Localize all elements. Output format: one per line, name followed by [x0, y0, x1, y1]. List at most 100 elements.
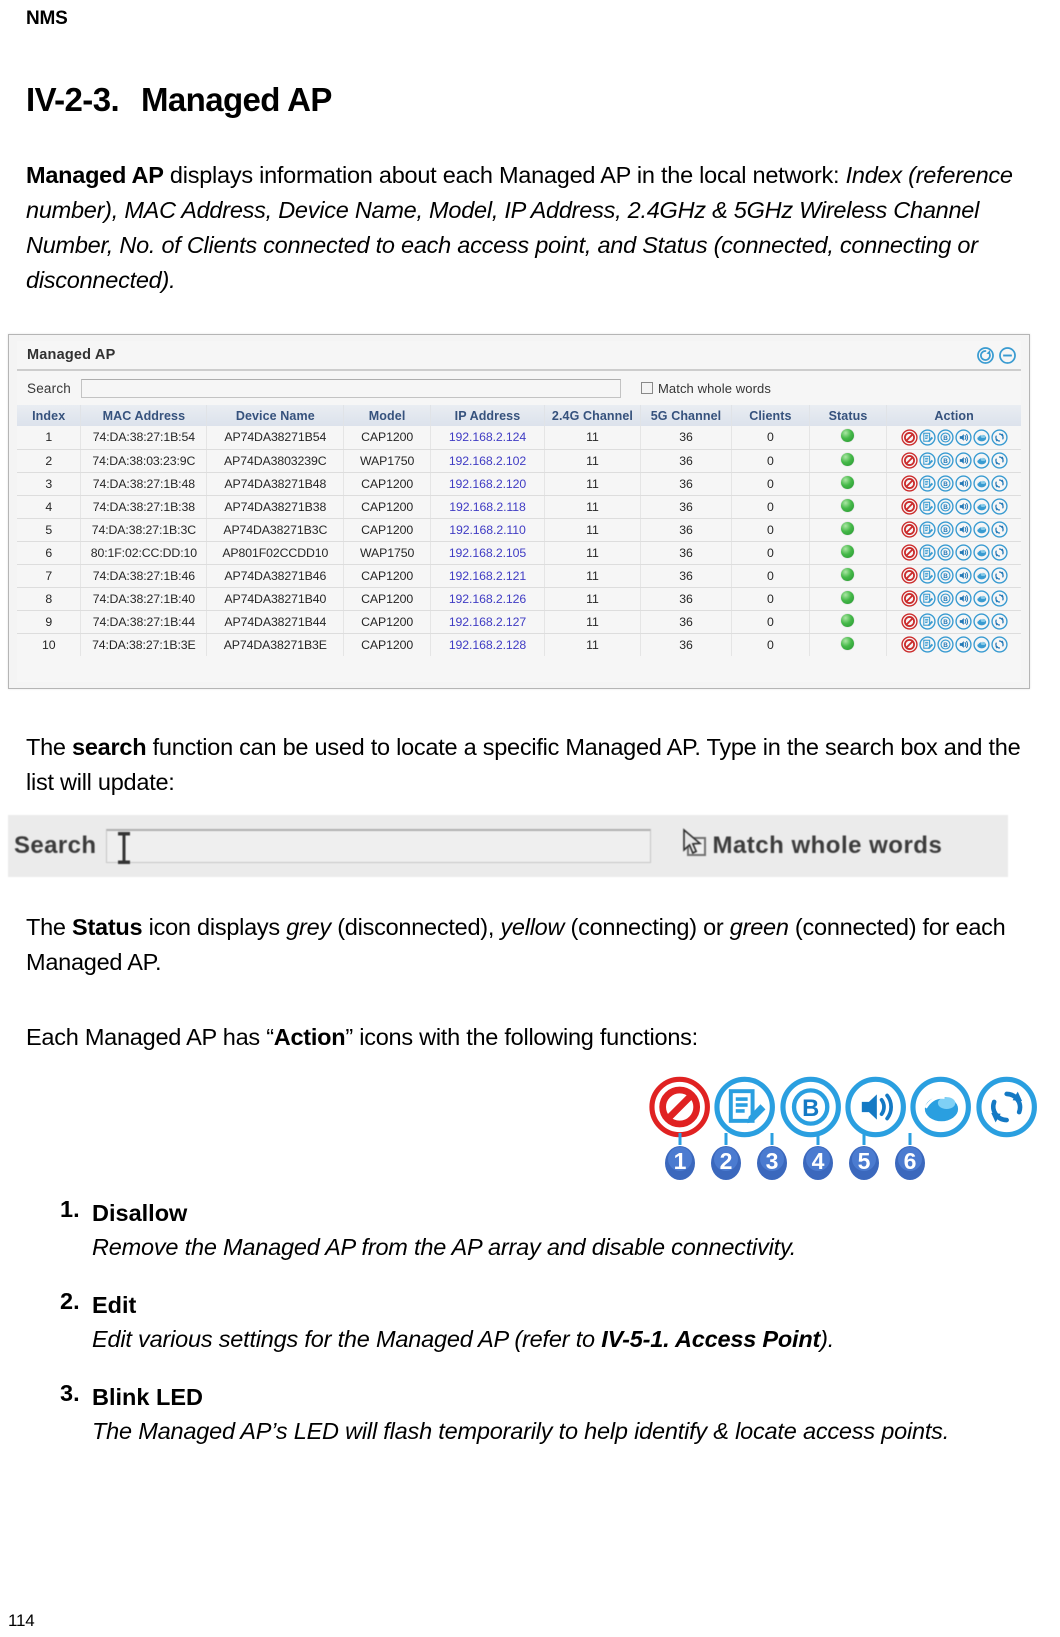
blink-led-icon[interactable]: B: [937, 475, 954, 492]
blink-led-icon[interactable]: B: [937, 452, 954, 469]
network-icon[interactable]: [973, 498, 990, 515]
blink-led-icon[interactable]: B: [937, 636, 954, 653]
col-status[interactable]: Status: [809, 405, 888, 426]
blink-led-icon[interactable]: B: [937, 498, 954, 515]
match-whole-words-checkbox[interactable]: [640, 382, 653, 394]
speaker-icon[interactable]: [955, 498, 972, 515]
refresh-arrows-icon[interactable]: [991, 475, 1008, 492]
blink-led-icon[interactable]: B: [937, 544, 954, 561]
blink-led-icon[interactable]: B: [937, 590, 954, 607]
edit-icon[interactable]: [919, 613, 936, 630]
refresh-arrows-icon[interactable]: [991, 590, 1008, 607]
network-icon[interactable]: [973, 475, 990, 492]
edit-icon[interactable]: [919, 544, 936, 561]
cell-ip-address[interactable]: 192.168.2.128: [430, 633, 546, 656]
refresh-arrows-icon[interactable]: [975, 1075, 1038, 1139]
edit-icon[interactable]: [919, 567, 936, 584]
edit-icon[interactable]: [919, 429, 936, 446]
status-led-green: [841, 429, 855, 443]
managed-ap-screenshot: Managed AP Search Match whole words Inde…: [8, 334, 1030, 689]
col-mac[interactable]: MAC Address: [80, 405, 208, 426]
speaker-icon[interactable]: [955, 636, 972, 653]
speaker-icon[interactable]: [844, 1075, 907, 1139]
col-clients[interactable]: Clients: [731, 405, 810, 426]
network-icon[interactable]: [973, 636, 990, 653]
network-icon[interactable]: [973, 544, 990, 561]
refresh-arrows-icon[interactable]: [991, 567, 1008, 584]
cell-status: [809, 449, 888, 473]
disallow-icon[interactable]: [901, 475, 918, 492]
cell-ip-address[interactable]: 192.168.2.110: [430, 518, 546, 542]
edit-icon[interactable]: [919, 452, 936, 469]
refresh-arrows-icon[interactable]: [991, 521, 1008, 538]
refresh-icon[interactable]: [976, 346, 995, 365]
blink-led-icon[interactable]: B: [937, 429, 954, 446]
speaker-icon[interactable]: [955, 521, 972, 538]
function-description-reference[interactable]: IV-5-1. Access Point: [601, 1326, 820, 1352]
edit-icon[interactable]: [919, 498, 936, 515]
blink-led-icon[interactable]: B: [779, 1075, 842, 1139]
action-part1: Each Managed AP has “: [26, 1024, 274, 1050]
disallow-icon[interactable]: [901, 429, 918, 446]
cell-ip-address[interactable]: 192.168.2.105: [430, 541, 546, 565]
refresh-arrows-icon[interactable]: [991, 636, 1008, 653]
cell-ip-address[interactable]: 192.168.2.124: [430, 426, 546, 450]
action-function-list: 1. Disallow Remove the Managed AP from the…: [26, 1196, 1032, 1472]
match-whole-words-control[interactable]: Match whole words: [640, 381, 771, 396]
refresh-arrows-icon[interactable]: [991, 452, 1008, 469]
network-icon[interactable]: [973, 567, 990, 584]
disallow-icon[interactable]: [648, 1075, 711, 1139]
edit-icon[interactable]: [919, 590, 936, 607]
speaker-icon[interactable]: [955, 544, 972, 561]
speaker-icon[interactable]: [955, 590, 972, 607]
cell-ip-address[interactable]: 192.168.2.127: [430, 610, 546, 634]
speaker-icon[interactable]: [955, 475, 972, 492]
disallow-icon[interactable]: [901, 567, 918, 584]
col-model[interactable]: Model: [343, 405, 431, 426]
disallow-icon[interactable]: [901, 452, 918, 469]
blink-led-icon[interactable]: B: [937, 521, 954, 538]
col-index[interactable]: Index: [17, 405, 82, 426]
speaker-icon[interactable]: [955, 613, 972, 630]
disallow-icon[interactable]: [901, 636, 918, 653]
col-24g[interactable]: 2.4G Channel: [544, 405, 641, 426]
refresh-arrows-icon[interactable]: [991, 498, 1008, 515]
col-device[interactable]: Device Name: [206, 405, 345, 426]
network-icon[interactable]: [973, 613, 990, 630]
disallow-icon[interactable]: [901, 544, 918, 561]
refresh-arrows-icon[interactable]: [991, 544, 1008, 561]
minimize-icon[interactable]: [998, 346, 1017, 365]
speaker-icon[interactable]: [955, 429, 972, 446]
disallow-icon[interactable]: [901, 590, 918, 607]
refresh-arrows-icon[interactable]: [991, 429, 1008, 446]
refresh-arrows-icon[interactable]: [991, 613, 1008, 630]
cell-ip-address[interactable]: 192.168.2.121: [430, 564, 546, 588]
search-strip-mww[interactable]: Match whole words: [683, 828, 942, 860]
speaker-icon[interactable]: [955, 567, 972, 584]
network-icon[interactable]: [973, 452, 990, 469]
blink-led-icon[interactable]: B: [937, 613, 954, 630]
blink-led-icon[interactable]: B: [937, 567, 954, 584]
cell-ip-address[interactable]: 192.168.2.102: [430, 449, 546, 473]
cell-action: B: [886, 426, 1021, 450]
speaker-icon[interactable]: [955, 452, 972, 469]
edit-icon[interactable]: [919, 475, 936, 492]
cell-ip-address[interactable]: 192.168.2.118: [430, 495, 546, 519]
cell-model: WAP1750: [343, 541, 431, 565]
col-5g[interactable]: 5G Channel: [640, 405, 733, 426]
edit-icon[interactable]: [919, 521, 936, 538]
disallow-icon[interactable]: [901, 613, 918, 630]
search-input[interactable]: [80, 378, 621, 398]
network-icon[interactable]: [973, 590, 990, 607]
col-ip[interactable]: IP Address: [430, 405, 546, 426]
cell-ip-address[interactable]: 192.168.2.120: [430, 472, 546, 496]
network-icon[interactable]: [973, 429, 990, 446]
network-icon[interactable]: [909, 1075, 972, 1139]
edit-icon[interactable]: [919, 636, 936, 653]
network-icon[interactable]: [973, 521, 990, 538]
cell-ip-address[interactable]: 192.168.2.126: [430, 587, 546, 611]
search-strip-input[interactable]: [106, 829, 652, 864]
disallow-icon[interactable]: [901, 498, 918, 515]
edit-icon[interactable]: [713, 1075, 776, 1139]
disallow-icon[interactable]: [901, 521, 918, 538]
